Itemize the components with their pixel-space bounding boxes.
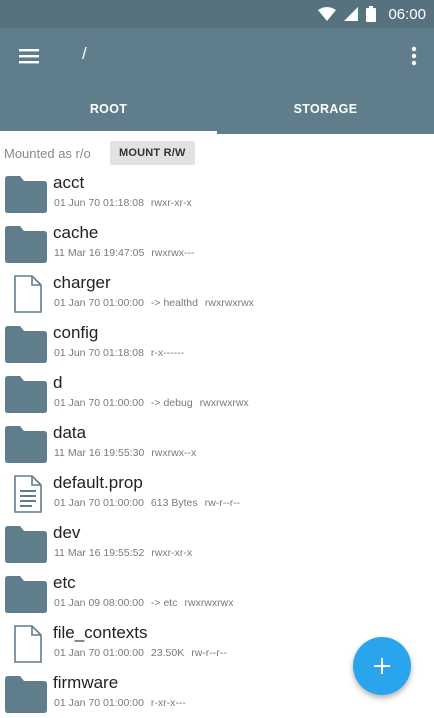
file-row[interactable]: data 11 Mar 16 19:55:30 rwxrwx--x (0, 418, 434, 468)
tab-storage[interactable]: STORAGE (217, 84, 434, 134)
app-toolbar: / (0, 28, 434, 84)
current-path: / (82, 44, 87, 63)
file-meta: 01 Jan 09 08:00:00 -> etc rwxrwxrwx (54, 597, 240, 609)
folder-icon (5, 376, 47, 413)
file-icon (14, 275, 42, 313)
file-name: dev (53, 523, 81, 542)
file-name: config (53, 323, 99, 342)
file-row[interactable]: default.prop 01 Jan 70 01:00:00 613 Bytes r… (0, 468, 434, 518)
file-meta: 11 Mar 16 19:55:52 rwxr-xr-x (54, 547, 199, 559)
tab-bar: ROOT STORAGE (0, 84, 434, 134)
file-info: 23.50K (150, 647, 185, 659)
file-name: acct (53, 173, 85, 192)
mount-bar: Mounted as r/o MOUNT R/W (0, 138, 434, 168)
file-date: 11 Mar 16 19:47:05 (54, 247, 145, 259)
wifi-icon (318, 7, 337, 21)
file-icon (14, 625, 42, 663)
file-date: 01 Jan 70 01:00:00 (54, 647, 144, 659)
file-row[interactable]: d 01 Jan 70 01:00:00 -> debug rwxrwxrwx (0, 368, 434, 418)
file-date: 11 Mar 16 19:55:30 (54, 447, 145, 459)
file-meta: 11 Mar 16 19:55:30 rwxrwx--x (54, 447, 203, 459)
file-date: 11 Mar 16 19:55:52 (54, 547, 145, 559)
battery-icon (366, 6, 377, 22)
file-info: 613 Bytes (150, 497, 198, 509)
file-info: -> healthd (150, 297, 198, 309)
folder-icon (5, 226, 47, 263)
folder-icon (5, 676, 47, 713)
file-row[interactable]: charger 01 Jan 70 01:00:00 -> healthd rwxrw… (0, 268, 434, 318)
file-row[interactable]: dev 11 Mar 16 19:55:52 rwxr-xr-x (0, 518, 434, 568)
file-permissions: rwxrwxrwx (199, 397, 249, 409)
file-permissions: rwxr-xr-x (151, 547, 193, 559)
tab-root[interactable]: ROOT (0, 84, 217, 134)
file-name: firmware (53, 673, 119, 692)
file-meta: 11 Mar 16 19:47:05 rwxrwx--- (54, 247, 201, 259)
file-info: -> debug (150, 397, 193, 409)
file-permissions: r-xr-x--- (150, 697, 186, 709)
file-name: etc (53, 573, 76, 592)
file-name: cache (53, 223, 99, 242)
file-date: 01 Jan 70 01:00:00 (54, 497, 144, 509)
file-date: 01 Jan 70 01:00:00 (54, 697, 144, 709)
file-permissions: rwxrwxrwx (184, 597, 234, 609)
file-row[interactable]: cache 11 Mar 16 19:47:05 rwxrwx--- (0, 218, 434, 268)
clock: 06:00 (388, 5, 426, 23)
mount-status: Mounted as r/o (4, 146, 91, 161)
hamburger-menu-icon[interactable] (18, 44, 42, 68)
file-meta: 01 Jan 70 01:00:00 -> healthd rwxrwxrwx (54, 297, 261, 309)
file-date: 01 Jan 70 01:00:00 (54, 397, 144, 409)
file-meta: 01 Jan 70 01:00:00 -> debug rwxrwxrwx (54, 397, 256, 409)
add-fab-button[interactable] (353, 637, 411, 695)
folder-icon (5, 176, 47, 213)
folder-icon (5, 426, 47, 463)
file-name: default.prop (53, 473, 143, 492)
file-row[interactable]: etc 01 Jan 09 08:00:00 -> etc rwxrwxrwx (0, 568, 434, 618)
file-meta: 01 Jan 70 01:00:00 r-xr-x--- (54, 697, 193, 709)
folder-icon (5, 526, 47, 563)
folder-icon (5, 576, 47, 613)
file-row[interactable]: acct 01 Jun 70 01:18:08 rwxr-xr-x (0, 168, 434, 218)
document-icon (14, 475, 42, 513)
file-permissions: rwxrwx--x (151, 447, 197, 459)
file-permissions: rwxrwxrwx (204, 297, 254, 309)
signal-icon (344, 7, 359, 21)
mount-rw-button[interactable]: MOUNT R/W (110, 141, 195, 165)
file-date: 01 Jun 70 01:18:08 (54, 197, 144, 209)
file-date: 01 Jun 70 01:18:08 (54, 347, 144, 359)
folder-icon (5, 326, 47, 363)
file-date: 01 Jan 09 08:00:00 (54, 597, 144, 609)
file-info: -> etc (150, 597, 178, 609)
file-permissions: rw-r--r-- (204, 497, 241, 509)
file-row[interactable]: config 01 Jun 70 01:18:08 r-x------ (0, 318, 434, 368)
file-date: 01 Jan 70 01:00:00 (54, 297, 144, 309)
file-permissions: r-x------ (150, 347, 185, 359)
file-permissions: rwxr-xr-x (150, 197, 192, 209)
overflow-menu-icon[interactable] (410, 44, 418, 68)
file-permissions: rwxrwx--- (151, 247, 195, 259)
file-name: d (53, 373, 63, 392)
tab-indicator (0, 131, 217, 134)
file-meta: 01 Jan 70 01:00:00 23.50K rw-r--r-- (54, 647, 234, 659)
status-bar: 06:00 (0, 0, 434, 28)
file-meta: 01 Jun 70 01:18:08 rwxr-xr-x (54, 197, 199, 209)
file-name: file_contexts (53, 623, 148, 642)
plus-icon (374, 658, 390, 674)
status-icons: 06:00 (318, 4, 426, 24)
file-name: charger (53, 273, 111, 292)
file-permissions: rw-r--r-- (191, 647, 227, 659)
file-list: acct 01 Jun 70 01:18:08 rwxr-xr-x cache 11 M… (0, 168, 434, 718)
file-name: data (53, 423, 87, 442)
file-meta: 01 Jan 70 01:00:00 613 Bytes rw-r--r-- (54, 497, 247, 509)
file-meta: 01 Jun 70 01:18:08 r-x------ (54, 347, 191, 359)
